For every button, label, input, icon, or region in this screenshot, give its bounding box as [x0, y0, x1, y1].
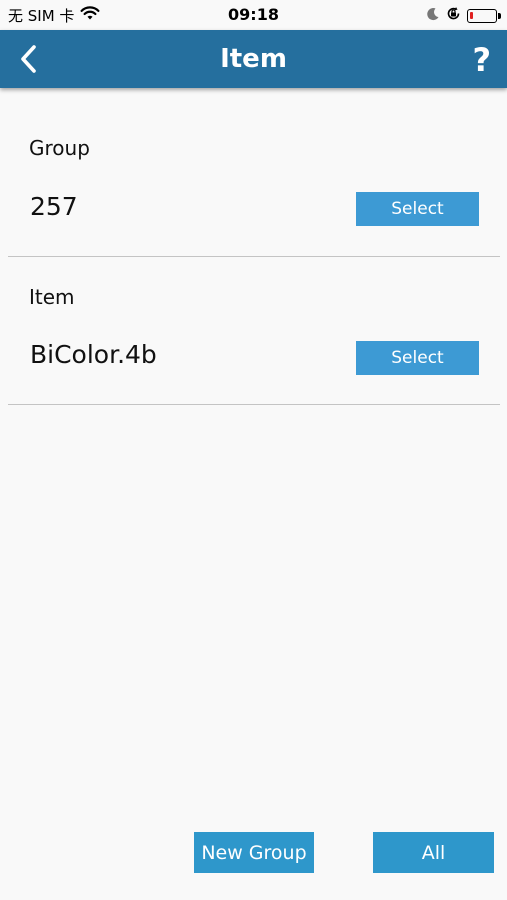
chevron-left-icon: [14, 45, 44, 80]
divider: [8, 404, 500, 405]
item-value: BiColor.4b: [30, 340, 157, 369]
divider: [8, 256, 500, 257]
orientation-lock-icon: [446, 6, 461, 25]
moon-icon: [426, 7, 440, 25]
select-item-button[interactable]: Select: [356, 341, 479, 375]
battery-level: [470, 11, 473, 19]
battery-icon: [467, 8, 501, 23]
item-label: Item: [29, 285, 75, 309]
all-button[interactable]: All: [373, 832, 494, 873]
new-group-button[interactable]: New Group: [194, 832, 314, 873]
help-button[interactable]: ?: [472, 30, 491, 90]
group-value: 257: [30, 192, 78, 221]
back-button[interactable]: [14, 42, 44, 76]
status-bar: 无 SIM 卡 09:18: [0, 0, 507, 30]
page-title: Item: [220, 44, 287, 74]
status-right: [426, 6, 501, 25]
select-group-button[interactable]: Select: [356, 192, 479, 226]
nav-bar: Item ?: [0, 30, 507, 88]
group-label: Group: [29, 136, 90, 160]
